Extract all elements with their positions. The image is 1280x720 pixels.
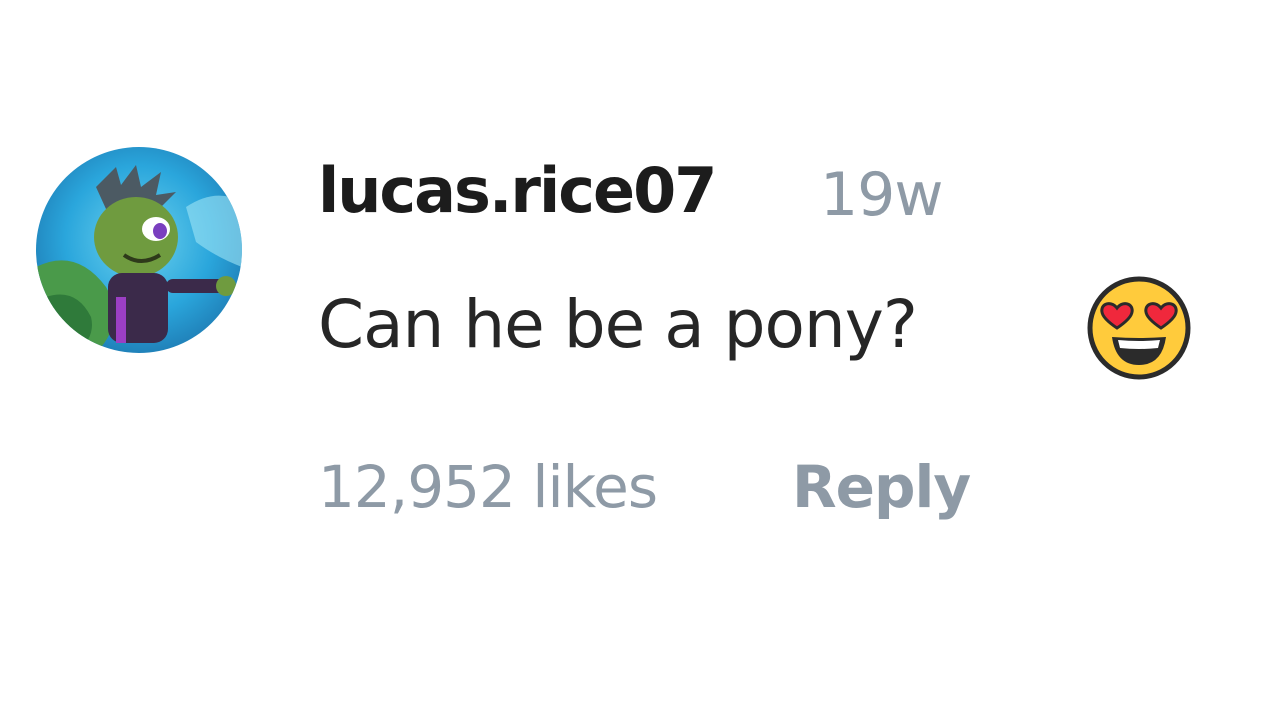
avatar-image xyxy=(36,147,242,353)
comment-text: Can he be a pony? xyxy=(318,286,918,363)
username[interactable]: lucas.rice07 xyxy=(318,160,717,222)
avatar[interactable] xyxy=(36,147,242,353)
timestamp[interactable]: 19w xyxy=(820,165,943,225)
smiling-face-with-heart-eyes-icon xyxy=(1087,276,1191,380)
comment-body: Can he be a pony? xyxy=(318,286,918,372)
likes-count[interactable]: 12,952 likes xyxy=(318,458,658,516)
comment: lucas.rice07 19w Can he be a pony? 12,95… xyxy=(0,0,1280,720)
reply-button[interactable]: Reply xyxy=(792,458,971,516)
